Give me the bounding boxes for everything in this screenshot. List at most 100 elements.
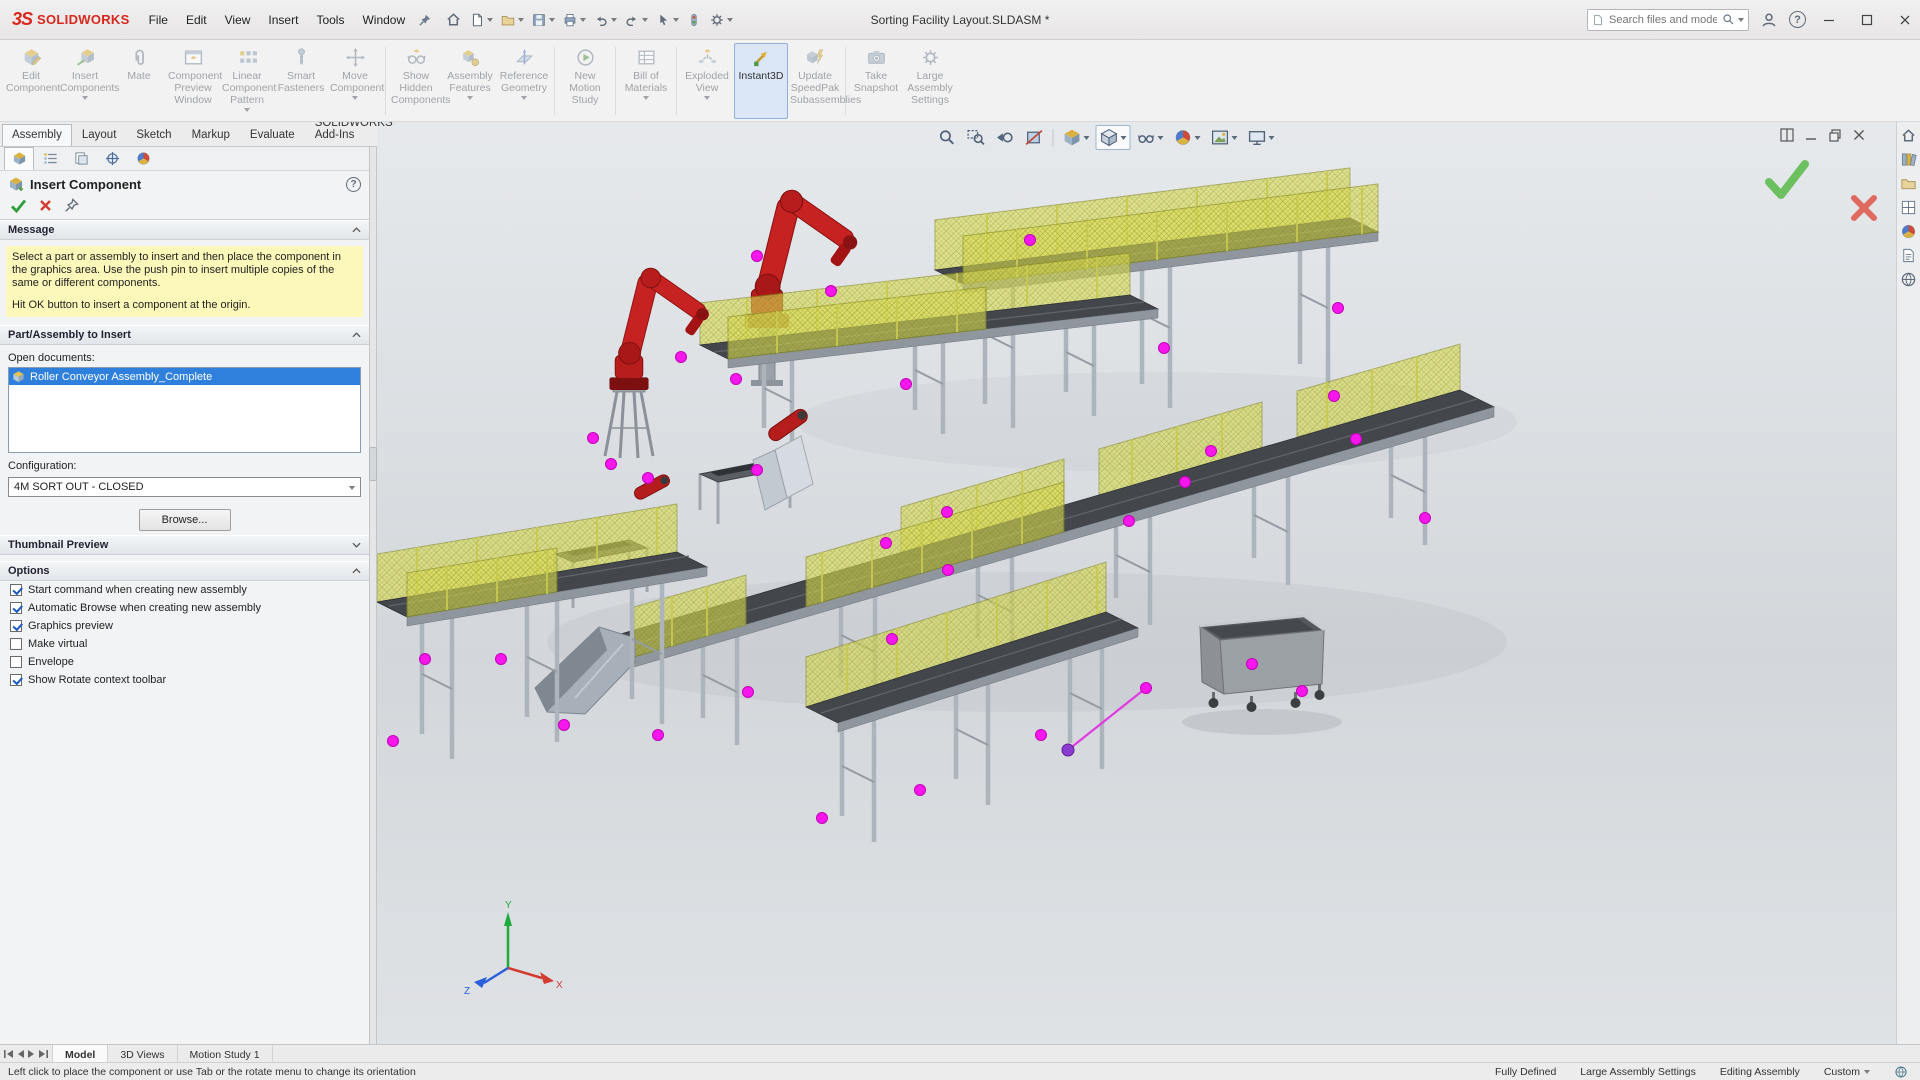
hide-show-items-icon[interactable] — [1133, 125, 1168, 150]
open-document-button[interactable] — [497, 9, 527, 31]
confirm-cancel-button[interactable] — [1850, 194, 1878, 222]
panel-collapse-handle[interactable] — [369, 447, 377, 481]
cancel-button[interactable] — [39, 199, 52, 212]
print-button[interactable] — [559, 9, 589, 31]
minimize-button[interactable] — [1814, 6, 1844, 34]
ribbon-button-instant3d[interactable]: Instant3D — [734, 43, 788, 119]
tab-motion-study-1[interactable]: Motion Study 1 — [178, 1045, 273, 1062]
rebuild-button[interactable] — [683, 9, 705, 31]
section-header-part-assembly[interactable]: Part/Assembly to Insert — [0, 325, 369, 345]
search-box[interactable] — [1587, 8, 1749, 31]
pin-menu-icon[interactable] — [418, 13, 432, 27]
checkbox[interactable] — [10, 656, 22, 668]
section-header-message[interactable]: Message — [0, 220, 369, 240]
propertymanager-tab[interactable] — [4, 147, 34, 170]
configurationmanager-tab[interactable] — [66, 147, 96, 170]
ribbon-button-component-preview-window[interactable]: Component Preview Window — [166, 43, 222, 119]
ribbon-button-reference-geometry[interactable]: Reference Geometry — [497, 43, 551, 119]
ribbon-button-mate[interactable]: Mate — [112, 43, 166, 119]
undo-button[interactable] — [590, 9, 620, 31]
confirm-ok-button[interactable] — [1764, 158, 1810, 200]
previous-tab-button[interactable] — [16, 1049, 25, 1059]
ribbon-button-large-assembly-settings[interactable]: Large Assembly Settings — [903, 43, 957, 119]
view-settings-icon[interactable] — [1244, 125, 1279, 150]
close-document-icon[interactable] — [1852, 128, 1866, 142]
menu-insert[interactable]: Insert — [259, 8, 307, 32]
panel-splitter[interactable] — [369, 147, 377, 1044]
search-input[interactable] — [1607, 12, 1719, 27]
featuremanager-tree-tab[interactable] — [35, 147, 65, 170]
robot-arm-left[interactable] — [603, 260, 721, 459]
user-account-icon[interactable] — [1757, 8, 1781, 32]
option-automatic-browse[interactable]: Automatic Browse when creating new assem… — [0, 599, 369, 617]
checkbox[interactable] — [10, 674, 22, 686]
ribbon-button-bill-of-materials[interactable]: Bill of Materials — [619, 43, 673, 119]
custom-properties-icon[interactable] — [1900, 247, 1917, 264]
view-palette-icon[interactable] — [1900, 199, 1917, 216]
solidworks-resources-home-icon[interactable] — [1900, 127, 1917, 144]
apply-scene-icon[interactable] — [1207, 125, 1242, 150]
ribbon-button-edit-component[interactable]: Edit Component — [4, 43, 60, 119]
section-view-icon[interactable] — [1021, 125, 1048, 150]
home-button[interactable] — [442, 8, 465, 31]
ok-button[interactable] — [10, 198, 27, 213]
tab-3d-views[interactable]: 3D Views — [108, 1045, 178, 1062]
checkbox[interactable] — [10, 620, 22, 632]
display-state-selector[interactable]: Custom — [1824, 1066, 1870, 1078]
close-button[interactable] — [1890, 6, 1920, 34]
checkbox[interactable] — [10, 602, 22, 614]
menu-edit[interactable]: Edit — [177, 8, 216, 32]
menu-window[interactable]: Window — [353, 8, 414, 32]
chevron-down-icon[interactable] — [643, 96, 649, 100]
last-tab-button[interactable] — [38, 1049, 49, 1059]
tab-model[interactable]: Model — [53, 1045, 109, 1062]
tab-layout[interactable]: Layout — [72, 124, 127, 146]
option-graphics-preview[interactable]: Graphics preview — [0, 617, 369, 635]
tab-markup[interactable]: Markup — [182, 124, 240, 146]
tab-sketch[interactable]: Sketch — [126, 124, 181, 146]
ribbon-button-linear-component-pattern[interactable]: Linear Component Pattern — [220, 43, 276, 119]
ribbon-button-insert-components[interactable]: Insert Components — [58, 43, 120, 119]
new-document-button[interactable] — [466, 9, 496, 31]
option-start-command[interactable]: Start command when creating new assembly — [0, 581, 369, 599]
ribbon-button-exploded-view[interactable]: Exploded View — [680, 43, 734, 119]
search-icon[interactable] — [1722, 13, 1735, 26]
panel-help-icon[interactable]: ? — [346, 176, 361, 192]
ribbon-button-move-component[interactable]: Move Component — [328, 43, 384, 119]
list-item-selected[interactable]: Roller Conveyor Assembly_Complete — [9, 368, 360, 385]
previous-view-icon[interactable] — [992, 125, 1019, 150]
tile-panes-icon[interactable] — [1780, 128, 1794, 142]
open-documents-list[interactable]: Roller Conveyor Assembly_Complete — [8, 367, 361, 453]
tab-evaluate[interactable]: Evaluate — [240, 124, 305, 146]
chevron-down-icon[interactable] — [244, 108, 250, 112]
menu-file[interactable]: File — [140, 8, 177, 32]
web-help-globe-icon[interactable] — [1894, 1065, 1908, 1079]
push-pin-icon[interactable] — [64, 198, 79, 213]
chevron-down-icon[interactable] — [467, 96, 473, 100]
ribbon-button-new-motion-study[interactable]: New Motion Study — [558, 43, 612, 119]
chevron-down-icon[interactable] — [82, 96, 88, 100]
help-icon[interactable]: ? — [1789, 11, 1806, 28]
next-tab-button[interactable] — [27, 1049, 36, 1059]
chevron-down-icon[interactable] — [521, 96, 527, 100]
dimxpertmanager-tab[interactable] — [97, 147, 127, 170]
assembly-3d-scene[interactable]: .gf{fill:#dadd55;opacity:.62;stroke:#8c8… — [377, 122, 1896, 1044]
menu-tools[interactable]: Tools — [307, 8, 353, 32]
tab-assembly[interactable]: Assembly — [2, 124, 72, 146]
forum-icon[interactable] — [1900, 271, 1917, 288]
menu-view[interactable]: View — [216, 8, 260, 32]
restore-document-icon[interactable] — [1828, 128, 1842, 142]
browse-button[interactable]: Browse... — [138, 509, 231, 531]
ribbon-button-show-hidden-components[interactable]: Show Hidden Components — [389, 43, 451, 119]
select-tool-button[interactable] — [652, 9, 682, 31]
view-orientation-cube-icon[interactable] — [1059, 125, 1094, 150]
chevron-down-icon[interactable] — [352, 96, 358, 100]
checkbox[interactable] — [10, 584, 22, 596]
maximize-button[interactable] — [1852, 6, 1882, 34]
ribbon-button-assembly-features[interactable]: Assembly Features — [443, 43, 497, 119]
section-header-options[interactable]: Options — [0, 561, 369, 581]
option-envelope[interactable]: Envelope — [0, 653, 369, 671]
ribbon-button-take-snapshot[interactable]: Take Snapshot — [849, 43, 903, 119]
option-show-rotate-context-toolbar[interactable]: Show Rotate context toolbar — [0, 671, 369, 689]
option-make-virtual[interactable]: Make virtual — [0, 635, 369, 653]
